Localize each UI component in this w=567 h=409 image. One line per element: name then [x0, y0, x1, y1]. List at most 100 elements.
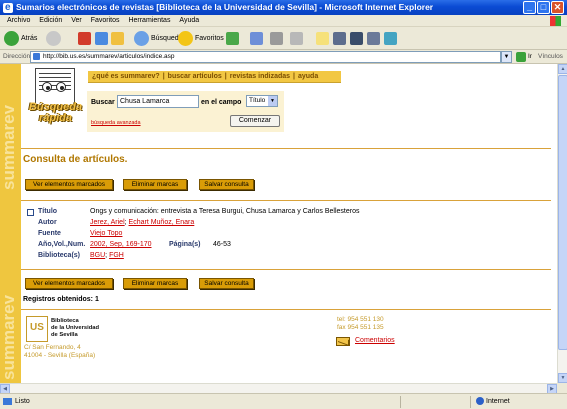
go-button[interactable]: Ir: [528, 50, 532, 64]
media-icon[interactable]: [333, 32, 346, 45]
search-icon: [134, 30, 149, 46]
title-label: Título: [38, 208, 58, 215]
forward-button[interactable]: [46, 30, 63, 47]
nav-what-is[interactable]: ¿qué es summarev?: [92, 73, 160, 80]
divider: [21, 309, 551, 310]
sidebar-watermark-bottom: summarev: [0, 294, 18, 380]
address-dropdown-icon[interactable]: ▼: [501, 51, 512, 63]
menu-ver[interactable]: Ver: [71, 17, 82, 24]
address-label: Dirección: [3, 53, 31, 60]
sidebar-watermark-top: summarev: [0, 104, 18, 190]
mail-icon[interactable]: [250, 32, 263, 45]
window-title: Sumarios electrónicos de revistas [Bibli…: [16, 2, 434, 12]
field-select[interactable]: Título ▼: [246, 95, 278, 107]
research-icon[interactable]: [384, 32, 397, 45]
source-link[interactable]: Viejo Topo: [90, 230, 122, 237]
address-field[interactable]: http://bib.us.es/summarev/articulos/indi…: [30, 51, 501, 63]
messenger-icon[interactable]: [350, 32, 363, 45]
footer-contact: tel: 954 551 130 fax 954 551 135: [337, 316, 384, 332]
maximize-button[interactable]: □: [537, 1, 550, 14]
pages-label: Página(s): [169, 241, 201, 248]
print-icon[interactable]: [270, 32, 283, 45]
menu-ayuda[interactable]: Ayuda: [179, 17, 199, 24]
go-arrow-icon[interactable]: [516, 52, 526, 62]
advanced-search-link[interactable]: búsqueda avanzada: [91, 120, 141, 126]
university-logo: US Biblioteca de la Universidad de Sevil…: [26, 316, 116, 346]
minimize-button[interactable]: _: [523, 1, 536, 14]
forward-arrow-icon: [46, 30, 61, 46]
ie-app-icon: [3, 0, 13, 15]
library-link[interactable]: BGU: [90, 252, 105, 259]
record-checkbox[interactable]: [27, 209, 34, 216]
record-source: Viejo Topo: [90, 230, 122, 237]
edit-icon[interactable]: [290, 32, 303, 45]
menu-herramientas[interactable]: Herramientas: [128, 17, 170, 24]
record-authors: Jerez, Ariel; Echart Muñoz, Enara: [90, 219, 195, 226]
chevron-down-icon: ▼: [268, 96, 277, 106]
results-count: Registros obtenidos: 1: [23, 296, 99, 303]
save-query-button[interactable]: Salvar consulta: [199, 179, 254, 190]
field-label: en el campo: [201, 99, 242, 106]
discuss-icon[interactable]: [367, 32, 380, 45]
scroll-thumb[interactable]: [558, 75, 567, 350]
divider: [21, 148, 551, 149]
menu-archivo[interactable]: Archivo: [7, 17, 30, 24]
quick-search-logo[interactable]: Búsqueda rápida: [27, 68, 84, 128]
page-title: Consulta de artículos.: [23, 154, 128, 165]
year-label: Año,Vol.,Num.: [38, 241, 86, 248]
nav-search-articles[interactable]: buscar artículos: [168, 73, 222, 80]
stop-icon[interactable]: [78, 32, 91, 45]
year-link[interactable]: 2002, Sep, 169-170: [90, 241, 152, 248]
search-label: Buscar: [91, 99, 115, 106]
close-button[interactable]: ✕: [551, 1, 564, 14]
comments-link[interactable]: Comentarios: [355, 337, 395, 344]
back-button[interactable]: Atrás: [4, 30, 37, 47]
links-button[interactable]: Vínculos: [538, 50, 563, 64]
library-link[interactable]: FGH: [109, 252, 124, 259]
search-input[interactable]: Chusa Lamarca: [117, 95, 199, 108]
back-arrow-icon: [4, 30, 19, 46]
footer-tel: tel: 954 551 130: [337, 316, 384, 323]
window-titlebar: Sumarios electrónicos de revistas [Bibli…: [0, 0, 567, 15]
author-link[interactable]: Echart Muñoz, Enara: [129, 219, 195, 226]
security-zone: Internet: [486, 398, 510, 405]
source-label: Fuente: [38, 230, 61, 237]
address-bar: Dirección http://bib.us.es/summarev/arti…: [0, 50, 567, 64]
status-bar: Listo Internet: [0, 393, 567, 409]
favorites-button[interactable]: Favoritos: [178, 30, 224, 47]
history-icon[interactable]: [226, 32, 239, 45]
menu-favoritos[interactable]: Favoritos: [91, 17, 120, 24]
search-submit-button[interactable]: Comenzar: [230, 115, 280, 127]
scroll-down-icon[interactable]: ▼: [558, 373, 567, 383]
author-link[interactable]: Jerez, Ariel: [90, 219, 125, 226]
clear-marks-button[interactable]: Eliminar marcas: [123, 179, 187, 190]
library-label: Biblioteca(s): [38, 252, 81, 259]
menu-edicion[interactable]: Edición: [39, 17, 62, 24]
clear-marks-button-bottom[interactable]: Eliminar marcas: [123, 278, 187, 289]
page-icon: [3, 398, 12, 405]
scroll-up-icon[interactable]: ▲: [558, 64, 567, 74]
horizontal-scrollbar[interactable]: ◀ ▶: [0, 383, 557, 394]
refresh-icon[interactable]: [95, 32, 108, 45]
view-marked-button-bottom[interactable]: Ver elementos marcados: [25, 278, 113, 289]
search-button[interactable]: Búsqueda: [134, 30, 183, 47]
result-record: Título Ongs y comunicación: entrevista a…: [26, 208, 426, 263]
page-viewport: summarev summarev Búsqueda rápida ¿qué e…: [0, 64, 557, 383]
windows-logo-icon: [550, 16, 561, 26]
university-crest-icon: US: [26, 316, 48, 342]
nav-indexed-journals[interactable]: revistas indizadas: [230, 73, 290, 80]
nav-help[interactable]: ayuda: [298, 73, 318, 80]
home-icon[interactable]: [111, 32, 124, 45]
author-label: Autor: [38, 219, 57, 226]
folder-icon[interactable]: [316, 32, 329, 45]
logo-line2: rápida: [38, 112, 72, 124]
top-nav: ¿qué es summarev? | buscar artículos | revis…: [88, 71, 341, 83]
eyes-icon: [40, 82, 70, 96]
footer-fax: fax 954 551 135: [337, 324, 384, 331]
star-icon: [178, 30, 193, 46]
vertical-scrollbar[interactable]: ▲ ▼: [557, 64, 567, 383]
view-marked-button[interactable]: Ver elementos marcados: [25, 179, 113, 190]
save-query-button-bottom[interactable]: Salvar consulta: [199, 278, 254, 289]
menu-bar: Archivo Edición Ver Favoritos Herramient…: [0, 15, 567, 27]
quick-search-form: Buscar Chusa Lamarca en el campo Título ▼…: [87, 91, 284, 132]
